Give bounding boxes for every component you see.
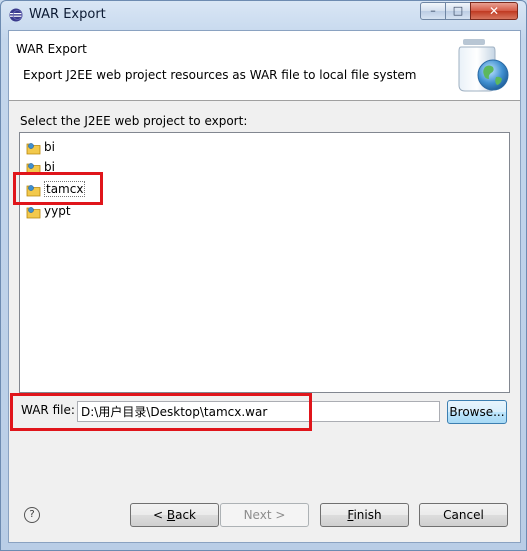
back-label-rest: ack — [175, 508, 196, 522]
minimize-icon: – — [430, 4, 436, 17]
tree-item-label: tamcx — [44, 181, 86, 197]
tree-item-bi-2[interactable]: bi — [26, 159, 58, 176]
maximize-button[interactable]: □ — [445, 2, 471, 20]
project-select-label: Select the J2EE web project to export: — [20, 114, 248, 128]
finish-button[interactable]: Finish — [320, 503, 409, 527]
web-project-folder-icon — [26, 184, 41, 196]
close-icon: ✕ — [488, 4, 500, 18]
banner-description: Export J2EE web project resources as WAR… — [23, 68, 417, 82]
tree-item-label: bi — [44, 160, 55, 174]
dialog-client-area: WAR Export Export J2EE web project resou… — [8, 30, 521, 543]
tree-item-yypt[interactable]: yypt — [26, 203, 74, 220]
window-title: WAR Export — [29, 7, 106, 22]
next-button[interactable]: Next > — [220, 503, 309, 527]
eclipse-icon — [9, 8, 23, 22]
web-project-folder-icon — [26, 162, 41, 174]
close-button[interactable]: ✕ — [470, 2, 518, 20]
web-project-folder-icon — [26, 142, 41, 154]
finish-label-rest: inish — [353, 508, 382, 522]
back-label-prefix: < — [152, 508, 167, 522]
war-export-window: WAR Export – □ ✕ WAR Export Export J2EE … — [0, 0, 527, 551]
help-icon[interactable]: ? — [24, 507, 40, 523]
wizard-banner: WAR Export Export J2EE web project resou… — [9, 31, 520, 101]
jar-globe-icon — [458, 39, 509, 92]
title-bar[interactable]: WAR Export – □ ✕ — [1, 1, 526, 29]
tree-item-label: yypt — [44, 204, 71, 218]
war-file-label: WAR file: — [21, 403, 75, 417]
banner-title: WAR Export — [16, 42, 87, 56]
maximize-icon: □ — [452, 4, 464, 17]
minimize-button[interactable]: – — [420, 2, 446, 20]
tree-item-bi-1[interactable]: bi — [26, 139, 58, 156]
back-button[interactable]: < Back — [130, 503, 219, 527]
cancel-button[interactable]: Cancel — [419, 503, 508, 527]
war-file-input[interactable] — [77, 401, 440, 422]
tree-item-tamcx[interactable]: tamcx — [26, 181, 88, 198]
project-tree[interactable]: bi bi tamcx yypt — [19, 132, 510, 393]
back-mnemonic: B — [166, 508, 176, 522]
web-project-folder-icon — [26, 206, 41, 218]
browse-button[interactable]: Browse... — [447, 400, 507, 424]
tree-item-label: bi — [44, 140, 55, 154]
